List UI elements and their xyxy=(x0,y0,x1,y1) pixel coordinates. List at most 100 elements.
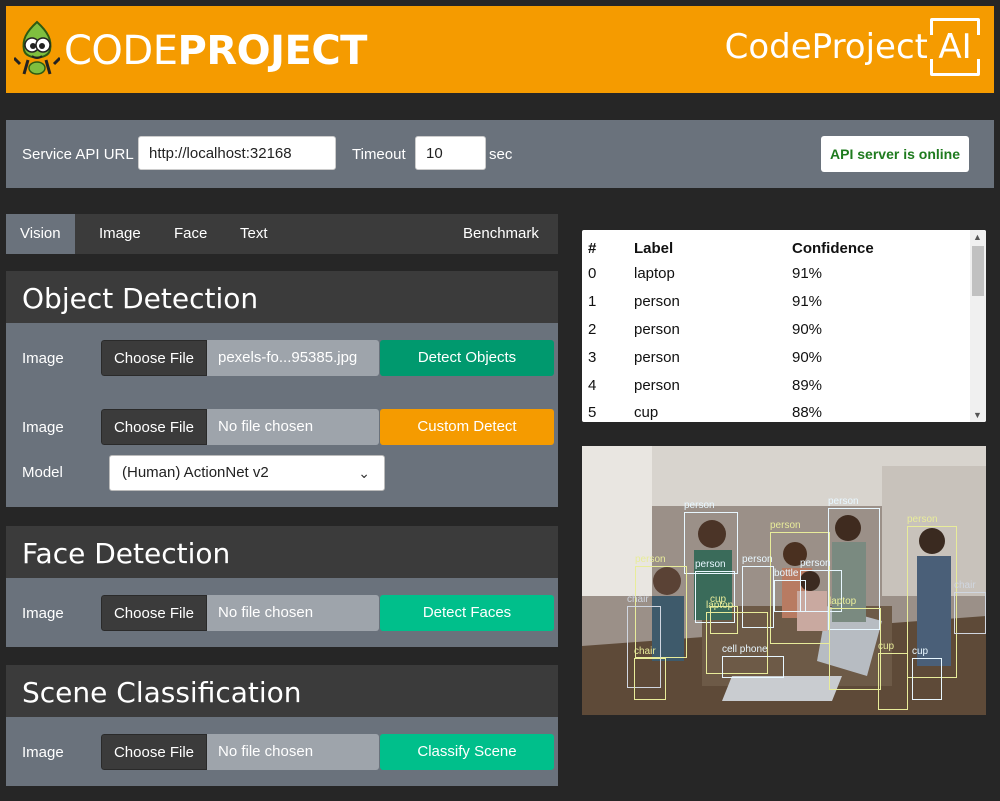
classify-scene-button[interactable]: Classify Scene xyxy=(380,734,554,770)
tab-benchmark[interactable]: Benchmark xyxy=(449,214,553,254)
timeout-unit: sec xyxy=(489,146,513,163)
detection-box xyxy=(829,608,881,690)
detection-label: person xyxy=(770,520,801,531)
chevron-down-icon: ⌄ xyxy=(358,465,370,481)
row-index: 1 xyxy=(588,293,597,311)
brand-wordmark: CODEPROJECT xyxy=(64,28,367,74)
detection-label: person xyxy=(635,554,666,565)
detection-label: chair xyxy=(627,594,649,605)
detection-label: chair xyxy=(954,580,976,591)
table-row: 3 person 90% xyxy=(587,343,953,371)
table-row: 1 person 91% xyxy=(587,288,953,316)
col-header-confidence: Confidence xyxy=(792,239,874,257)
row-confidence: 89% xyxy=(792,376,823,394)
row-label: person xyxy=(634,348,680,366)
api-url-input[interactable]: http://localhost:32168 xyxy=(138,136,336,170)
row-label: person xyxy=(634,293,680,311)
row-confidence: 90% xyxy=(792,320,823,338)
codeproject-mascot-logo xyxy=(12,18,62,87)
row-index: 0 xyxy=(588,265,597,283)
api-url-label: Service API URL xyxy=(22,146,134,163)
detection-label: cup xyxy=(878,641,895,652)
model-select-value: (Human) ActionNet v2 xyxy=(122,464,269,481)
scroll-thumb[interactable] xyxy=(972,246,984,296)
detection-label: bottle xyxy=(774,568,799,579)
tab-vision[interactable]: Vision xyxy=(6,214,75,254)
choose-file-button[interactable]: Choose File xyxy=(101,409,207,445)
row-label: person xyxy=(634,376,680,394)
detection-label: laptop xyxy=(829,596,857,607)
file-name: No file chosen xyxy=(207,409,379,445)
results-scrollbar[interactable]: ▲ ▼ xyxy=(970,230,986,422)
scene-classification-card: Scene Classification Image Choose File N… xyxy=(6,665,558,786)
file-name: pexels-fo...95385.jpg xyxy=(207,340,379,376)
card-title: Scene Classification xyxy=(6,665,558,717)
server-status-badge: API server is online xyxy=(821,136,969,172)
scroll-up-icon[interactable]: ▲ xyxy=(973,232,982,242)
detection-box xyxy=(774,580,806,612)
annotated-result-image: person person person person person person pers… xyxy=(582,446,986,715)
choose-file-button[interactable]: Choose File xyxy=(101,595,207,631)
detection-box xyxy=(722,656,784,678)
detection-label: person xyxy=(800,558,831,569)
detection-box xyxy=(878,653,908,710)
choose-file-button[interactable]: Choose File xyxy=(101,734,207,770)
detection-label: person xyxy=(828,496,859,507)
file-picker[interactable]: Choose File No file chosen xyxy=(101,734,379,770)
file-name: No file chosen xyxy=(207,734,379,770)
card-title: Face Detection xyxy=(6,526,558,578)
detection-label: person xyxy=(907,514,938,525)
row-label: cup xyxy=(634,404,659,422)
row-index: 4 xyxy=(588,376,597,394)
table-row: 2 person 90% xyxy=(587,316,953,344)
model-label: Model xyxy=(22,464,63,481)
detect-objects-button[interactable]: Detect Objects xyxy=(380,340,554,376)
model-select[interactable]: (Human) ActionNet v2 ⌄ xyxy=(109,455,385,491)
tab-bar: Vision Image Face Text Benchmark xyxy=(6,214,558,254)
row-label: laptop xyxy=(634,265,675,283)
choose-file-button[interactable]: Choose File xyxy=(101,340,207,376)
card-title: Object Detection xyxy=(6,271,558,323)
object-detection-card: Object Detection Image Choose File pexel… xyxy=(6,271,558,507)
detection-label: cell phone xyxy=(722,644,768,655)
row-confidence: 91% xyxy=(792,265,823,283)
image-label: Image xyxy=(22,605,64,622)
row-confidence: 90% xyxy=(792,348,823,366)
table-row: 5 cup 88% xyxy=(587,399,953,422)
detection-label: person xyxy=(695,559,726,570)
detect-faces-button[interactable]: Detect Faces xyxy=(380,595,554,631)
results-table: # Label Confidence 0 laptop 91% 1 person 91% 2… xyxy=(587,236,953,422)
detection-label: chair xyxy=(634,646,656,657)
row-index: 2 xyxy=(588,320,597,338)
row-label: person xyxy=(634,320,680,338)
table-header-row: # Label Confidence xyxy=(587,236,953,260)
detection-box xyxy=(634,658,666,700)
header-bar: CODEPROJECT CodeProject AI xyxy=(6,6,994,93)
tab-image[interactable]: Image xyxy=(85,214,155,254)
tab-face[interactable]: Face xyxy=(160,214,221,254)
detection-box xyxy=(710,606,738,634)
detection-box xyxy=(954,592,986,634)
file-picker[interactable]: Choose File No file chosen xyxy=(101,409,379,445)
image-label: Image xyxy=(22,744,64,761)
tab-text[interactable]: Text xyxy=(226,214,282,254)
scroll-down-icon[interactable]: ▼ xyxy=(973,410,982,420)
image-label: Image xyxy=(22,419,64,436)
file-picker[interactable]: Choose File pexels-fo...95385.jpg xyxy=(101,340,379,376)
detection-label: person xyxy=(684,500,715,511)
detection-label: cup xyxy=(912,646,929,657)
image-label: Image xyxy=(22,350,64,367)
table-row: 4 person 89% xyxy=(587,371,953,399)
codeproject-ai-logo: CodeProject AI xyxy=(725,18,983,76)
row-index: 5 xyxy=(588,404,597,422)
server-config-bar: Service API URL http://localhost:32168 T… xyxy=(6,120,994,188)
timeout-input[interactable]: 10 xyxy=(415,136,486,170)
table-row: 0 laptop 91% xyxy=(587,260,953,288)
row-index: 3 xyxy=(588,348,597,366)
col-header-label: Label xyxy=(634,239,674,257)
detection-label: person xyxy=(742,554,773,565)
detection-results-panel[interactable]: # Label Confidence 0 laptop 91% 1 person 91% 2… xyxy=(582,230,986,422)
file-picker[interactable]: Choose File No file chosen xyxy=(101,595,379,631)
col-header-index: # xyxy=(588,239,597,257)
custom-detect-button[interactable]: Custom Detect xyxy=(380,409,554,445)
